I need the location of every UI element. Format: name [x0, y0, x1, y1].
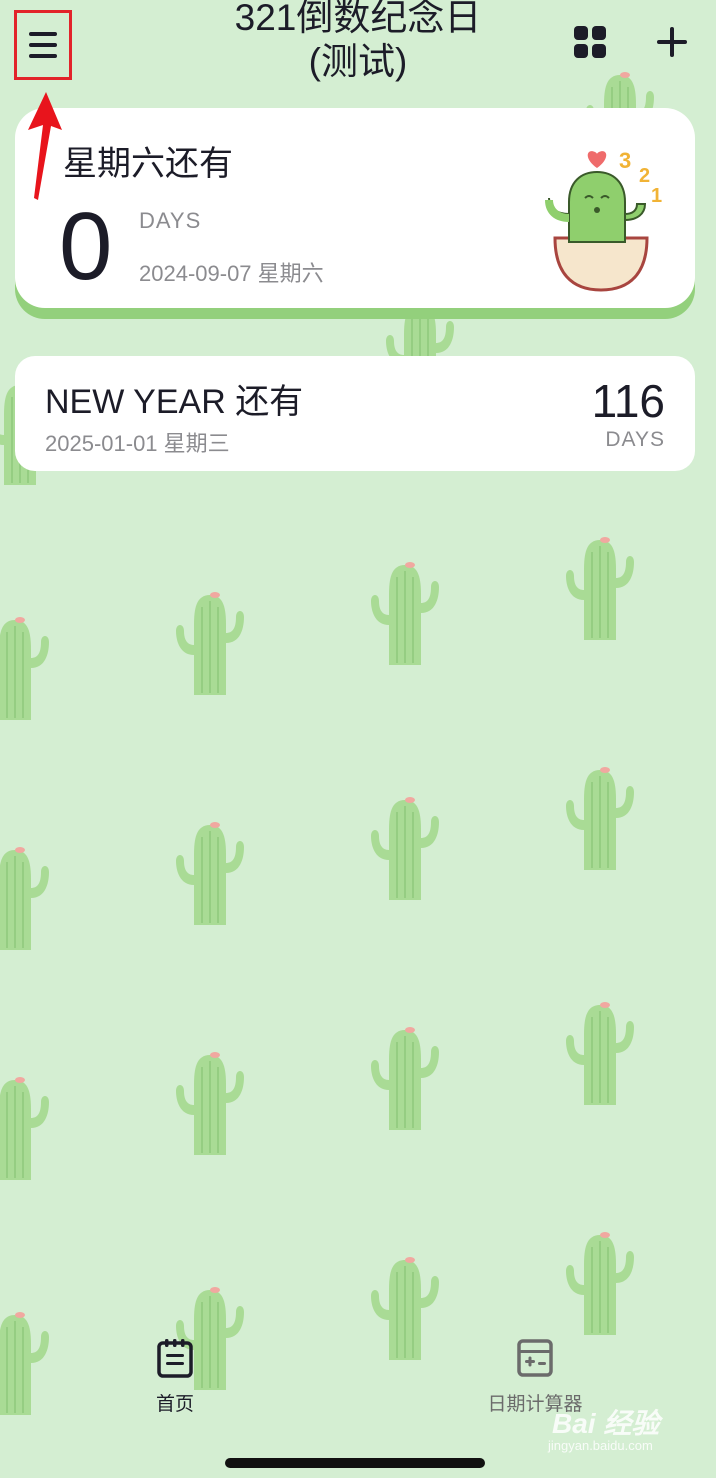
watermark-brand: Bai 经验 [552, 1408, 660, 1439]
event-title: NEW YEAR 还有 [45, 383, 304, 421]
tab-home-label: 首页 [155, 1394, 194, 1415]
baidu-watermark: Bai 经验 jingyan.baidu.com [548, 1400, 688, 1460]
add-button[interactable] [654, 24, 690, 60]
hero-date: 2024-09-07 星期六 [139, 261, 324, 286]
cactus-sticker-image: 3 2 1 [545, 148, 662, 292]
hero-day-count: 0 [59, 193, 113, 300]
countdown-card-new-year[interactable]: NEW YEAR 还有 2025-01-01 星期三 116 DAYS [15, 356, 695, 471]
event-day-count: 116 [591, 375, 665, 427]
svg-text:2: 2 [639, 165, 650, 187]
page-title-line1: 321倒数纪念日 [234, 0, 482, 38]
featured-countdown-card[interactable]: 星期六还有 0 DAYS 2024-09-07 星期六 3 2 1 [15, 108, 695, 308]
plus-icon [657, 27, 687, 57]
page-title-line2: (测试) [308, 41, 408, 82]
svg-text:1: 1 [651, 185, 662, 207]
hero-days-unit: DAYS [139, 208, 202, 233]
page-title: 321倒数纪念日 (测试) [180, 0, 536, 84]
menu-button[interactable] [14, 10, 72, 80]
red-arrow-annotation [28, 92, 62, 200]
grid-icon [574, 26, 606, 58]
tab-home[interactable]: 首页 [140, 1338, 210, 1416]
hero-title: 星期六还有 [63, 145, 233, 183]
notebook-icon [157, 1339, 193, 1378]
calculator-icon [517, 1339, 553, 1377]
home-indicator[interactable] [225, 1458, 485, 1468]
event-date: 2025-01-01 星期三 [45, 431, 230, 456]
svg-text:3: 3 [619, 148, 631, 173]
watermark-url: jingyan.baidu.com [548, 1438, 653, 1453]
grid-view-button[interactable] [572, 24, 608, 60]
menu-icon [29, 32, 57, 58]
event-days-unit: DAYS [605, 428, 665, 451]
